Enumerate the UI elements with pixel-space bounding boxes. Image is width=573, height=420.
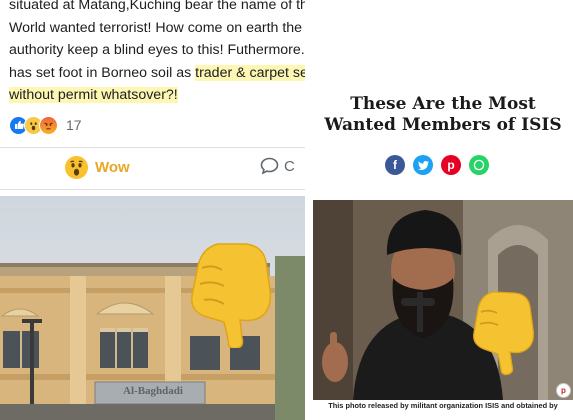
- post-text: situated at Matang,Kuching bear the name…: [9, 0, 305, 107]
- comment-label: C: [284, 157, 295, 175]
- whatsapp-share-icon[interactable]: [469, 155, 489, 175]
- post-text-line: situated at Matang,Kuching bear the name…: [9, 0, 305, 13]
- article-title-line: These Are the Most: [350, 94, 536, 114]
- article-title-line: Wanted Members of ISIS: [324, 115, 562, 135]
- article-card: These Are the Most Wanted Members of ISI…: [313, 0, 573, 420]
- divider: [305, 0, 313, 420]
- wow-label: Wow: [95, 159, 130, 176]
- photo-caption: This photo released by militant organiza…: [328, 401, 558, 410]
- reaction-summary[interactable]: 17: [9, 114, 82, 136]
- wow-button[interactable]: Wow: [65, 156, 130, 179]
- pinterest-badge-icon[interactable]: p: [556, 383, 571, 398]
- facebook-share-icon[interactable]: f: [385, 155, 405, 175]
- comment-icon: [260, 157, 279, 175]
- facebook-post: situated at Matang,Kuching bear the name…: [0, 0, 305, 420]
- building-sign-text: Al-Baghdadi: [123, 385, 183, 397]
- divider: [0, 189, 305, 190]
- post-text-fragment: has set foot in Borneo soil as: [9, 64, 196, 81]
- pointing-down-hand-icon: [191, 243, 272, 348]
- post-action-bar: Wow C: [0, 150, 305, 186]
- post-text-line: authority keep a blind eyes to this! Fut…: [9, 42, 305, 58]
- divider: [0, 147, 305, 148]
- highlighted-text: trader & carpet seller: [195, 64, 305, 81]
- post-text-line: without permit whatsover?!: [9, 84, 301, 107]
- post-text-line: has set foot in Borneo soil as trader & …: [9, 62, 305, 85]
- angry-icon: [39, 115, 58, 135]
- twitter-share-icon[interactable]: [413, 155, 433, 175]
- highlighted-text: without permit whatsover?!: [9, 87, 178, 103]
- pointing-down-hand-icon: [473, 291, 535, 376]
- wow-face-icon: [65, 156, 88, 179]
- article-title[interactable]: These Are the Most Wanted Members of ISI…: [313, 94, 573, 136]
- comment-button[interactable]: C: [260, 157, 295, 175]
- share-buttons: f p: [385, 155, 497, 175]
- post-text-line: World wanted terrorist! How come on eart…: [9, 19, 303, 36]
- reaction-count: 17: [66, 117, 82, 133]
- pinterest-share-icon[interactable]: p: [441, 155, 461, 175]
